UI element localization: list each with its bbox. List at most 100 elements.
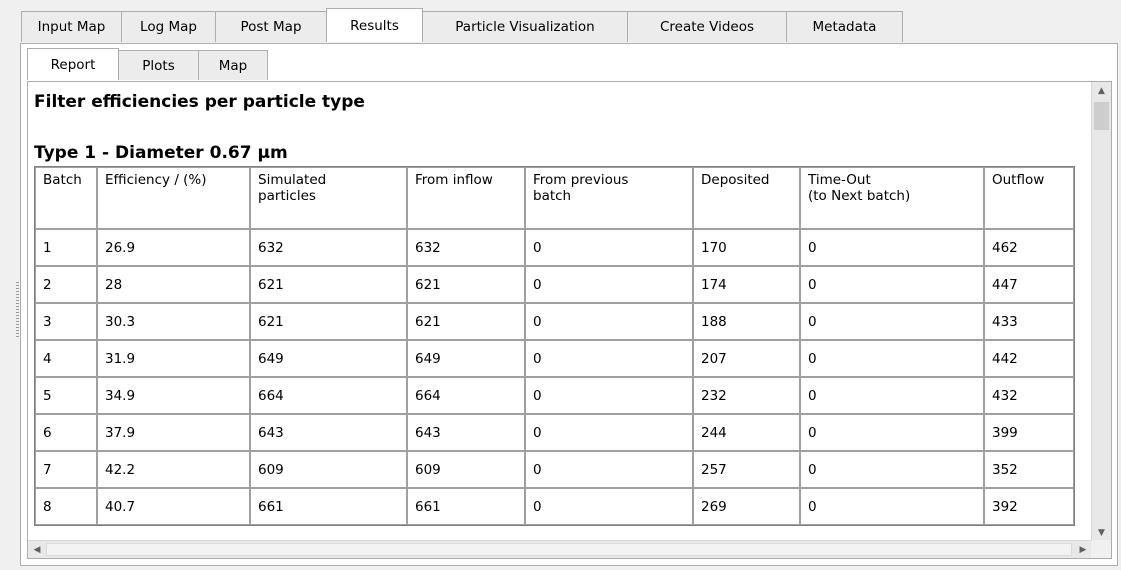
cell-time-out: 0 xyxy=(800,488,984,525)
scroll-left-arrow-icon[interactable]: ◀ xyxy=(28,541,46,558)
cell-batch: 1 xyxy=(35,229,97,266)
cell-simulated: 609 xyxy=(250,451,407,488)
table-row: 3 30.3 621 621 0 188 0 433 xyxy=(35,303,1074,340)
tab-log-map[interactable]: Log Map xyxy=(121,11,216,42)
scroll-right-arrow-icon[interactable]: ▶ xyxy=(1074,541,1092,558)
cell-simulated: 632 xyxy=(250,229,407,266)
cell-from-inflow: 664 xyxy=(407,377,525,414)
cell-time-out: 0 xyxy=(800,266,984,303)
cell-time-out: 0 xyxy=(800,451,984,488)
cell-efficiency: 26.9 xyxy=(97,229,250,266)
cell-efficiency: 42.2 xyxy=(97,451,250,488)
tab-label: Post Map xyxy=(240,19,302,35)
cell-deposited: 207 xyxy=(693,340,800,377)
cell-from-inflow: 649 xyxy=(407,340,525,377)
column-header-simulated-particles: Simulated particles xyxy=(250,167,407,229)
cell-from-previous: 0 xyxy=(525,229,693,266)
cell-deposited: 244 xyxy=(693,414,800,451)
table-header-row: Batch Efficiency / (%) Simulated particle… xyxy=(35,167,1074,229)
table-row: 8 40.7 661 661 0 269 0 392 xyxy=(35,488,1074,525)
efficiency-table: Batch Efficiency / (%) Simulated particle… xyxy=(34,166,1075,526)
cell-deposited: 232 xyxy=(693,377,800,414)
cell-from-previous: 0 xyxy=(525,451,693,488)
cell-from-inflow: 643 xyxy=(407,414,525,451)
vertical-scroll-thumb[interactable] xyxy=(1094,102,1109,130)
cell-from-inflow: 632 xyxy=(407,229,525,266)
column-header-outflow: Outflow xyxy=(984,167,1074,229)
cell-from-previous: 0 xyxy=(525,488,693,525)
cell-deposited: 269 xyxy=(693,488,800,525)
cell-batch: 6 xyxy=(35,414,97,451)
cell-outflow: 432 xyxy=(984,377,1074,414)
tab-metadata[interactable]: Metadata xyxy=(786,11,903,42)
cell-simulated: 643 xyxy=(250,414,407,451)
tab-label: Map xyxy=(218,57,248,74)
cell-from-previous: 0 xyxy=(525,377,693,414)
tab-report[interactable]: Report xyxy=(27,48,119,80)
cell-outflow: 392 xyxy=(984,488,1074,525)
tab-post-map[interactable]: Post Map xyxy=(215,11,327,42)
cell-deposited: 188 xyxy=(693,303,800,340)
cell-outflow: 433 xyxy=(984,303,1074,340)
cell-time-out: 0 xyxy=(800,377,984,414)
horizontal-scrollbar[interactable]: ◀ ▶ xyxy=(28,540,1092,558)
cell-from-previous: 0 xyxy=(525,266,693,303)
cell-outflow: 462 xyxy=(984,229,1074,266)
horizontal-scroll-thumb[interactable] xyxy=(46,543,1072,556)
cell-batch: 2 xyxy=(35,266,97,303)
cell-batch: 7 xyxy=(35,451,97,488)
scroll-up-arrow-icon[interactable]: ▲ xyxy=(1092,82,1111,100)
table-row: 1 26.9 632 632 0 170 0 462 xyxy=(35,229,1074,266)
cell-batch: 5 xyxy=(35,377,97,414)
cell-efficiency: 31.9 xyxy=(97,340,250,377)
cell-simulated: 649 xyxy=(250,340,407,377)
tab-results[interactable]: Results xyxy=(326,8,423,42)
cell-deposited: 257 xyxy=(693,451,800,488)
tab-map[interactable]: Map xyxy=(198,50,268,80)
report-title: Filter efficiencies per particle type xyxy=(34,92,365,112)
tab-plots[interactable]: Plots xyxy=(118,50,199,80)
cell-simulated: 661 xyxy=(250,488,407,525)
column-header-from-inflow: From inflow xyxy=(407,167,525,229)
vertical-scrollbar[interactable]: ▲ ▼ xyxy=(1091,82,1111,542)
cell-from-inflow: 621 xyxy=(407,266,525,303)
cell-from-previous: 0 xyxy=(525,340,693,377)
column-header-from-previous-batch: From previous batch xyxy=(525,167,693,229)
results-pane: Report Plots Map Filter efficiencies per… xyxy=(20,43,1118,566)
cell-efficiency: 40.7 xyxy=(97,488,250,525)
cell-time-out: 0 xyxy=(800,414,984,451)
tab-create-videos[interactable]: Create Videos xyxy=(627,11,787,42)
tab-label: Log Map xyxy=(140,19,197,35)
cell-simulated: 621 xyxy=(250,303,407,340)
cell-deposited: 174 xyxy=(693,266,800,303)
table-row: 6 37.9 643 643 0 244 0 399 xyxy=(35,414,1074,451)
tab-label: Plots xyxy=(142,57,175,74)
tab-label: Results xyxy=(350,17,399,34)
cell-batch: 4 xyxy=(35,340,97,377)
cell-from-previous: 0 xyxy=(525,414,693,451)
report-viewport[interactable]: Filter efficiencies per particle type Ty… xyxy=(28,82,1092,542)
tab-particle-visualization[interactable]: Particle Visualization xyxy=(422,11,628,42)
tab-input-map[interactable]: Input Map xyxy=(21,11,122,42)
cell-batch: 3 xyxy=(35,303,97,340)
cell-time-out: 0 xyxy=(800,229,984,266)
table-row: 2 28 621 621 0 174 0 447 xyxy=(35,266,1074,303)
cell-from-inflow: 661 xyxy=(407,488,525,525)
splitter-handle[interactable] xyxy=(16,282,19,338)
cell-efficiency: 28 xyxy=(97,266,250,303)
results-sub-tab-bar: Report Plots Map xyxy=(27,48,268,82)
cell-from-inflow: 621 xyxy=(407,303,525,340)
table-row: 5 34.9 664 664 0 232 0 432 xyxy=(35,377,1074,414)
cell-time-out: 0 xyxy=(800,303,984,340)
cell-batch: 8 xyxy=(35,488,97,525)
cell-from-previous: 0 xyxy=(525,303,693,340)
tab-label: Metadata xyxy=(812,19,877,35)
cell-outflow: 399 xyxy=(984,414,1074,451)
cell-efficiency: 34.9 xyxy=(97,377,250,414)
tab-label: Report xyxy=(50,56,96,73)
column-header-time-out: Time-Out (to Next batch) xyxy=(800,167,984,229)
cell-from-inflow: 609 xyxy=(407,451,525,488)
table-row: 4 31.9 649 649 0 207 0 442 xyxy=(35,340,1074,377)
report-pane: Filter efficiencies per particle type Ty… xyxy=(27,81,1112,559)
column-header-batch: Batch xyxy=(35,167,97,229)
